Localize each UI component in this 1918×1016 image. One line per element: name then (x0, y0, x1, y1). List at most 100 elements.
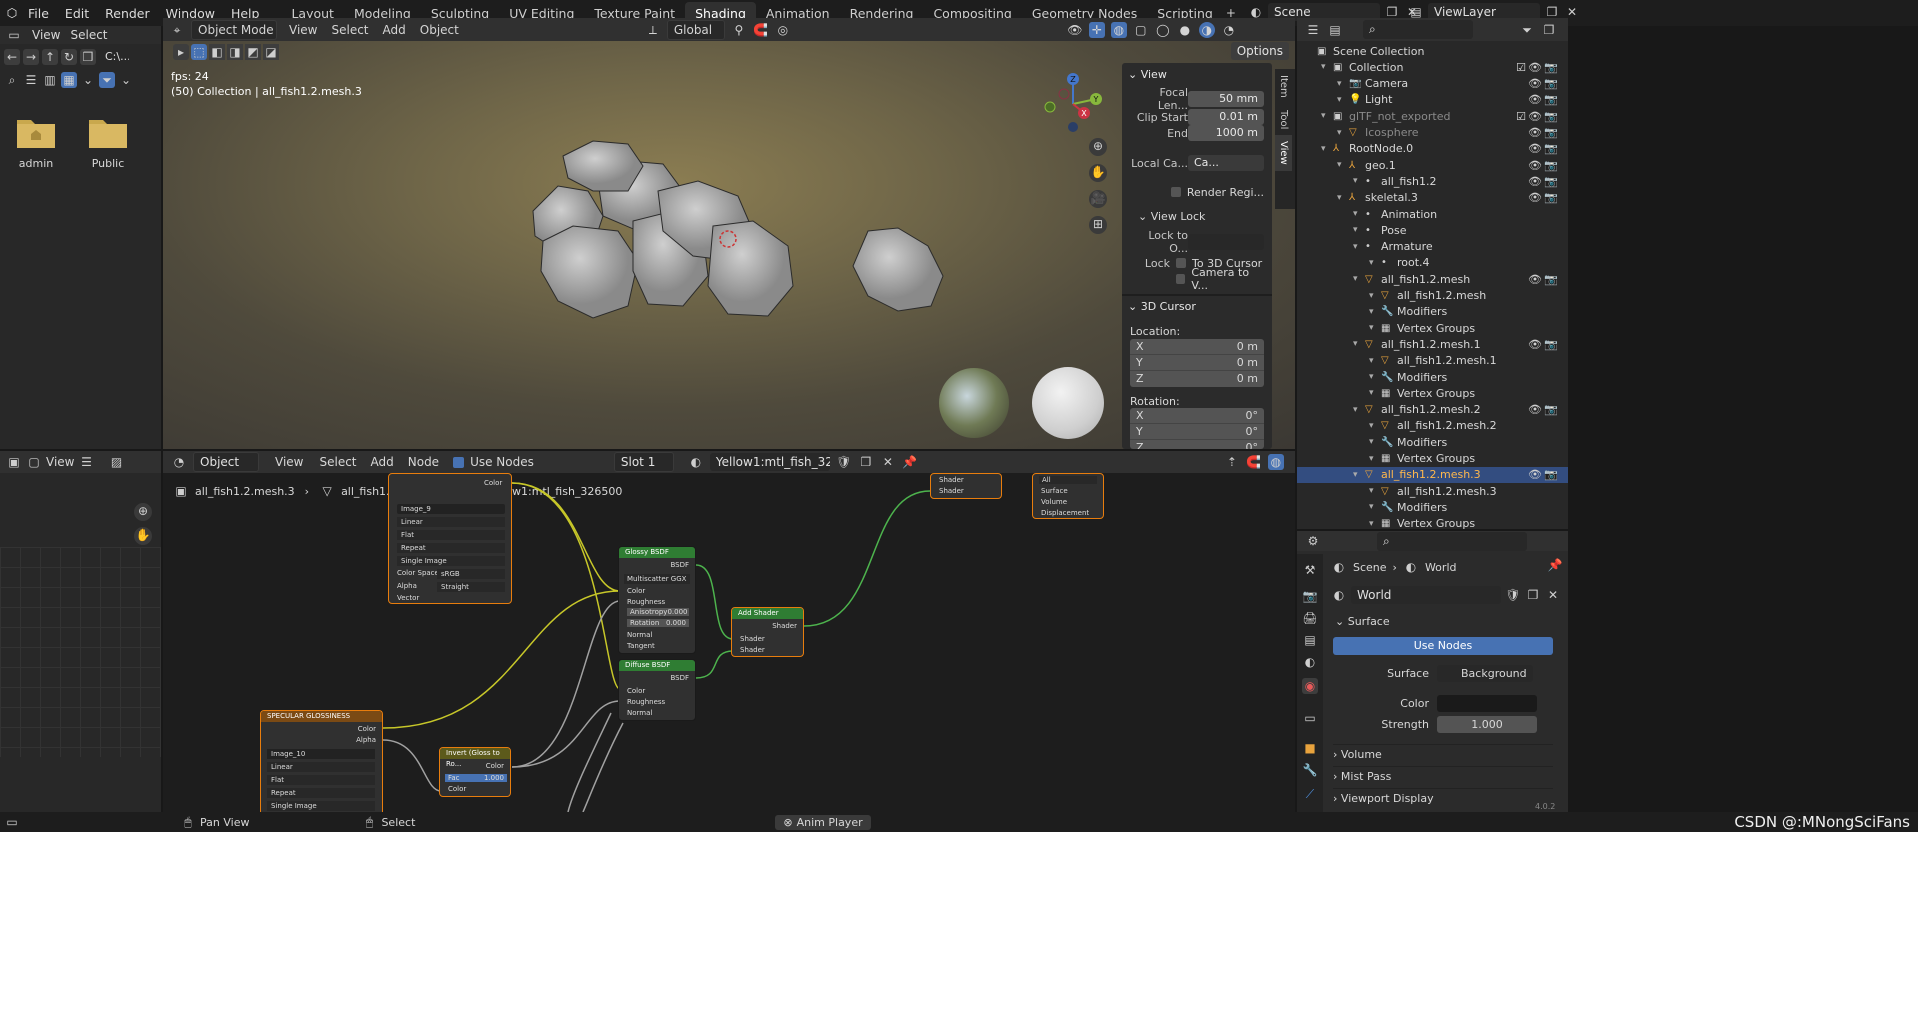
expand-toggle-icon[interactable]: ▾ (1321, 111, 1333, 121)
visibility-icon[interactable]: 👁 (1067, 22, 1083, 38)
clip-start-field[interactable]: 0.01 m (1188, 109, 1264, 125)
menu-file[interactable]: File (20, 6, 57, 21)
image-menu-icon[interactable]: ☰ (78, 454, 94, 470)
img9-ext-dropdown[interactable]: Repeat (397, 543, 505, 553)
volume-section[interactable]: › Volume (1333, 744, 1553, 762)
particles-tab-icon[interactable]: ⟋ (1302, 786, 1318, 802)
image-view-mode-icon[interactable]: ▢ (26, 454, 42, 470)
select-extend-icon[interactable]: ◧ (209, 44, 225, 60)
world-tab-icon[interactable]: ◉ (1302, 678, 1318, 694)
image-zoom-icon[interactable]: ⊕ (134, 503, 152, 521)
editor-type-icon[interactable]: ▭ (6, 27, 22, 43)
expand-toggle-icon[interactable]: ▾ (1369, 258, 1381, 268)
breadcrumb-world[interactable]: World (1425, 561, 1457, 574)
select-subtract-icon[interactable]: ◨ (227, 44, 243, 60)
rotation-fields[interactable]: X 0° Y 0° Z 0° (1130, 408, 1264, 449)
spec-title[interactable]: SPECULAR GLOSSINESS (261, 711, 382, 722)
expand-toggle-icon[interactable]: ▾ (1337, 160, 1349, 170)
visibility-eye-icon[interactable]: 👁 (1528, 110, 1542, 123)
visibility-eye-icon[interactable]: 👁 (1528, 191, 1542, 204)
outliner-row[interactable]: ▾ ⅄ RootNode.0 👁 📷 (1297, 141, 1568, 157)
expand-toggle-icon[interactable]: ▾ (1353, 209, 1365, 219)
tab-view[interactable]: View (1275, 135, 1292, 171)
world-fake-user-icon[interactable]: 🛡 (1505, 587, 1521, 603)
glossy-bsdf-node[interactable]: Glossy BSDF BSDF Multiscatter GGX Color … (618, 546, 696, 654)
outliner-row[interactable]: ▾ ▣ Collection ☑ 👁 📷 (1297, 59, 1568, 75)
spec-interp-dropdown[interactable]: Linear (267, 762, 375, 772)
forward-icon[interactable]: → (23, 48, 39, 65)
collection-tab-icon[interactable]: ▭ (1302, 710, 1318, 726)
options-button[interactable]: Options (1230, 42, 1289, 60)
image-browse-icon[interactable]: ▨ (108, 454, 124, 470)
outliner-row[interactable]: ▾ ▦ Vertex Groups (1297, 451, 1568, 467)
object-tab-icon[interactable]: ■ (1302, 740, 1318, 756)
spec-image-field[interactable]: Image_10 (267, 749, 375, 759)
render-tab-icon[interactable]: 📷 (1302, 588, 1318, 604)
img9-proj-dropdown[interactable]: Flat (397, 530, 505, 540)
strength-field[interactable]: 1.000 (1437, 716, 1537, 733)
zoom-icon[interactable]: ⊕ (1089, 138, 1107, 156)
visibility-eye-icon[interactable]: 👁 (1528, 142, 1542, 155)
world-browse-icon[interactable]: ◐ (1331, 587, 1347, 603)
xray-icon[interactable]: ▢ (1133, 22, 1149, 38)
navigation-gizmo[interactable]: Z Y X (1038, 69, 1108, 139)
render-camera-icon[interactable]: 📷 (1544, 468, 1558, 481)
detail-view-icon[interactable]: ▥ (42, 72, 58, 88)
outliner-row[interactable]: ▾ 🔧 Modifiers (1297, 304, 1568, 320)
material-shading-icon[interactable]: ◑ (1198, 21, 1215, 38)
surface-panel-header[interactable]: ⌄ Surface (1335, 615, 1390, 628)
outliner-row[interactable]: ▾ 🔧 Modifiers (1297, 434, 1568, 450)
diffuse-title[interactable]: Diffuse BSDF (619, 660, 695, 671)
spec-proj-dropdown[interactable]: Flat (267, 775, 375, 785)
render-camera-icon[interactable]: 📷 (1544, 77, 1558, 90)
render-region-checkbox[interactable] (1170, 187, 1181, 197)
material-output-node[interactable]: All Surface Volume Displacement (1032, 473, 1104, 519)
rot-z-field[interactable]: 0° (1246, 440, 1259, 449)
proportional-edit-icon[interactable]: ◎ (775, 22, 791, 38)
expand-toggle-icon[interactable]: ▾ (1369, 502, 1381, 512)
scene-tab-icon[interactable]: ◐ (1302, 654, 1318, 670)
expand-toggle-icon[interactable]: ▾ (1369, 372, 1381, 382)
orientation-dropdown[interactable]: Global (666, 19, 725, 40)
menu-render[interactable]: Render (97, 6, 158, 21)
expand-toggle-icon[interactable]: ▾ (1337, 95, 1349, 105)
expand-toggle-icon[interactable]: ▾ (1353, 242, 1365, 252)
outliner-row[interactable]: ▾ • Animation (1297, 206, 1568, 222)
outliner-row[interactable]: ▾ ▽ Icosphere 👁 📷 (1297, 125, 1568, 141)
filter-dropdown-icon[interactable]: ⌄ (118, 72, 134, 88)
invert-fac-field[interactable]: Fac 1.000 (445, 774, 507, 782)
modifier-tab-icon[interactable]: 🔧 (1302, 762, 1318, 778)
vp-menu-view[interactable]: View (289, 23, 317, 37)
outliner-row[interactable]: ▾ 📷 Camera 👁 📷 (1297, 76, 1568, 92)
outliner-row[interactable]: ▾ ▦ Vertex Groups (1297, 385, 1568, 401)
visibility-eye-icon[interactable]: 👁 (1528, 93, 1542, 106)
glossy-aniso-field[interactable]: Anisotropy 0.000 (627, 608, 689, 616)
visibility-eye-icon[interactable]: 👁 (1528, 159, 1542, 172)
expand-toggle-icon[interactable]: ▾ (1353, 405, 1365, 415)
expand-toggle-icon[interactable]: ▾ (1369, 519, 1381, 529)
world-unlink-icon[interactable]: ✕ (1545, 587, 1561, 603)
render-camera-icon[interactable]: 📷 (1544, 142, 1558, 155)
visibility-eye-icon[interactable]: 👁 (1528, 468, 1542, 481)
shader-node-editor[interactable]: ◔ Object View Select Add Node Use Nodes … (163, 451, 1295, 812)
img9-image-field[interactable]: Image_9 (397, 504, 505, 514)
outliner-row[interactable]: ▾ ▽ all_fish1.2.mesh.1 👁 📷 (1297, 336, 1568, 352)
output-tab-icon[interactable]: 🖨 (1302, 610, 1318, 626)
expand-toggle-icon[interactable]: ▾ (1369, 323, 1381, 333)
loc-z-field[interactable]: 0 m (1237, 371, 1258, 387)
folder-admin[interactable]: admin (14, 114, 58, 170)
pivot-icon[interactable]: ⚲ (731, 22, 747, 38)
fish-mesh-cluster[interactable] (503, 136, 953, 336)
outliner-row[interactable]: ▾ ▽ all_fish1.2.mesh.2 👁 📷 (1297, 402, 1568, 418)
use-nodes-button[interactable]: Use Nodes (1333, 637, 1553, 655)
tab-item[interactable]: Item (1275, 69, 1292, 104)
lock-to-object-field[interactable] (1188, 234, 1264, 250)
expand-toggle-icon[interactable]: ▾ (1369, 356, 1381, 366)
surface-shader-field[interactable]: Background (1437, 665, 1533, 682)
expand-toggle-icon[interactable]: ▾ (1369, 454, 1381, 464)
exclude-checkbox[interactable]: ☑ (1516, 61, 1526, 74)
overlay-toggle-icon[interactable]: ◍ (1110, 21, 1127, 38)
snap-icon[interactable]: 🧲 (753, 22, 769, 38)
outliner-row[interactable]: ▾ • all_fish1.2 👁 📷 (1297, 173, 1568, 189)
view-lock-header[interactable]: ⌄ View Lock (1138, 210, 1205, 223)
